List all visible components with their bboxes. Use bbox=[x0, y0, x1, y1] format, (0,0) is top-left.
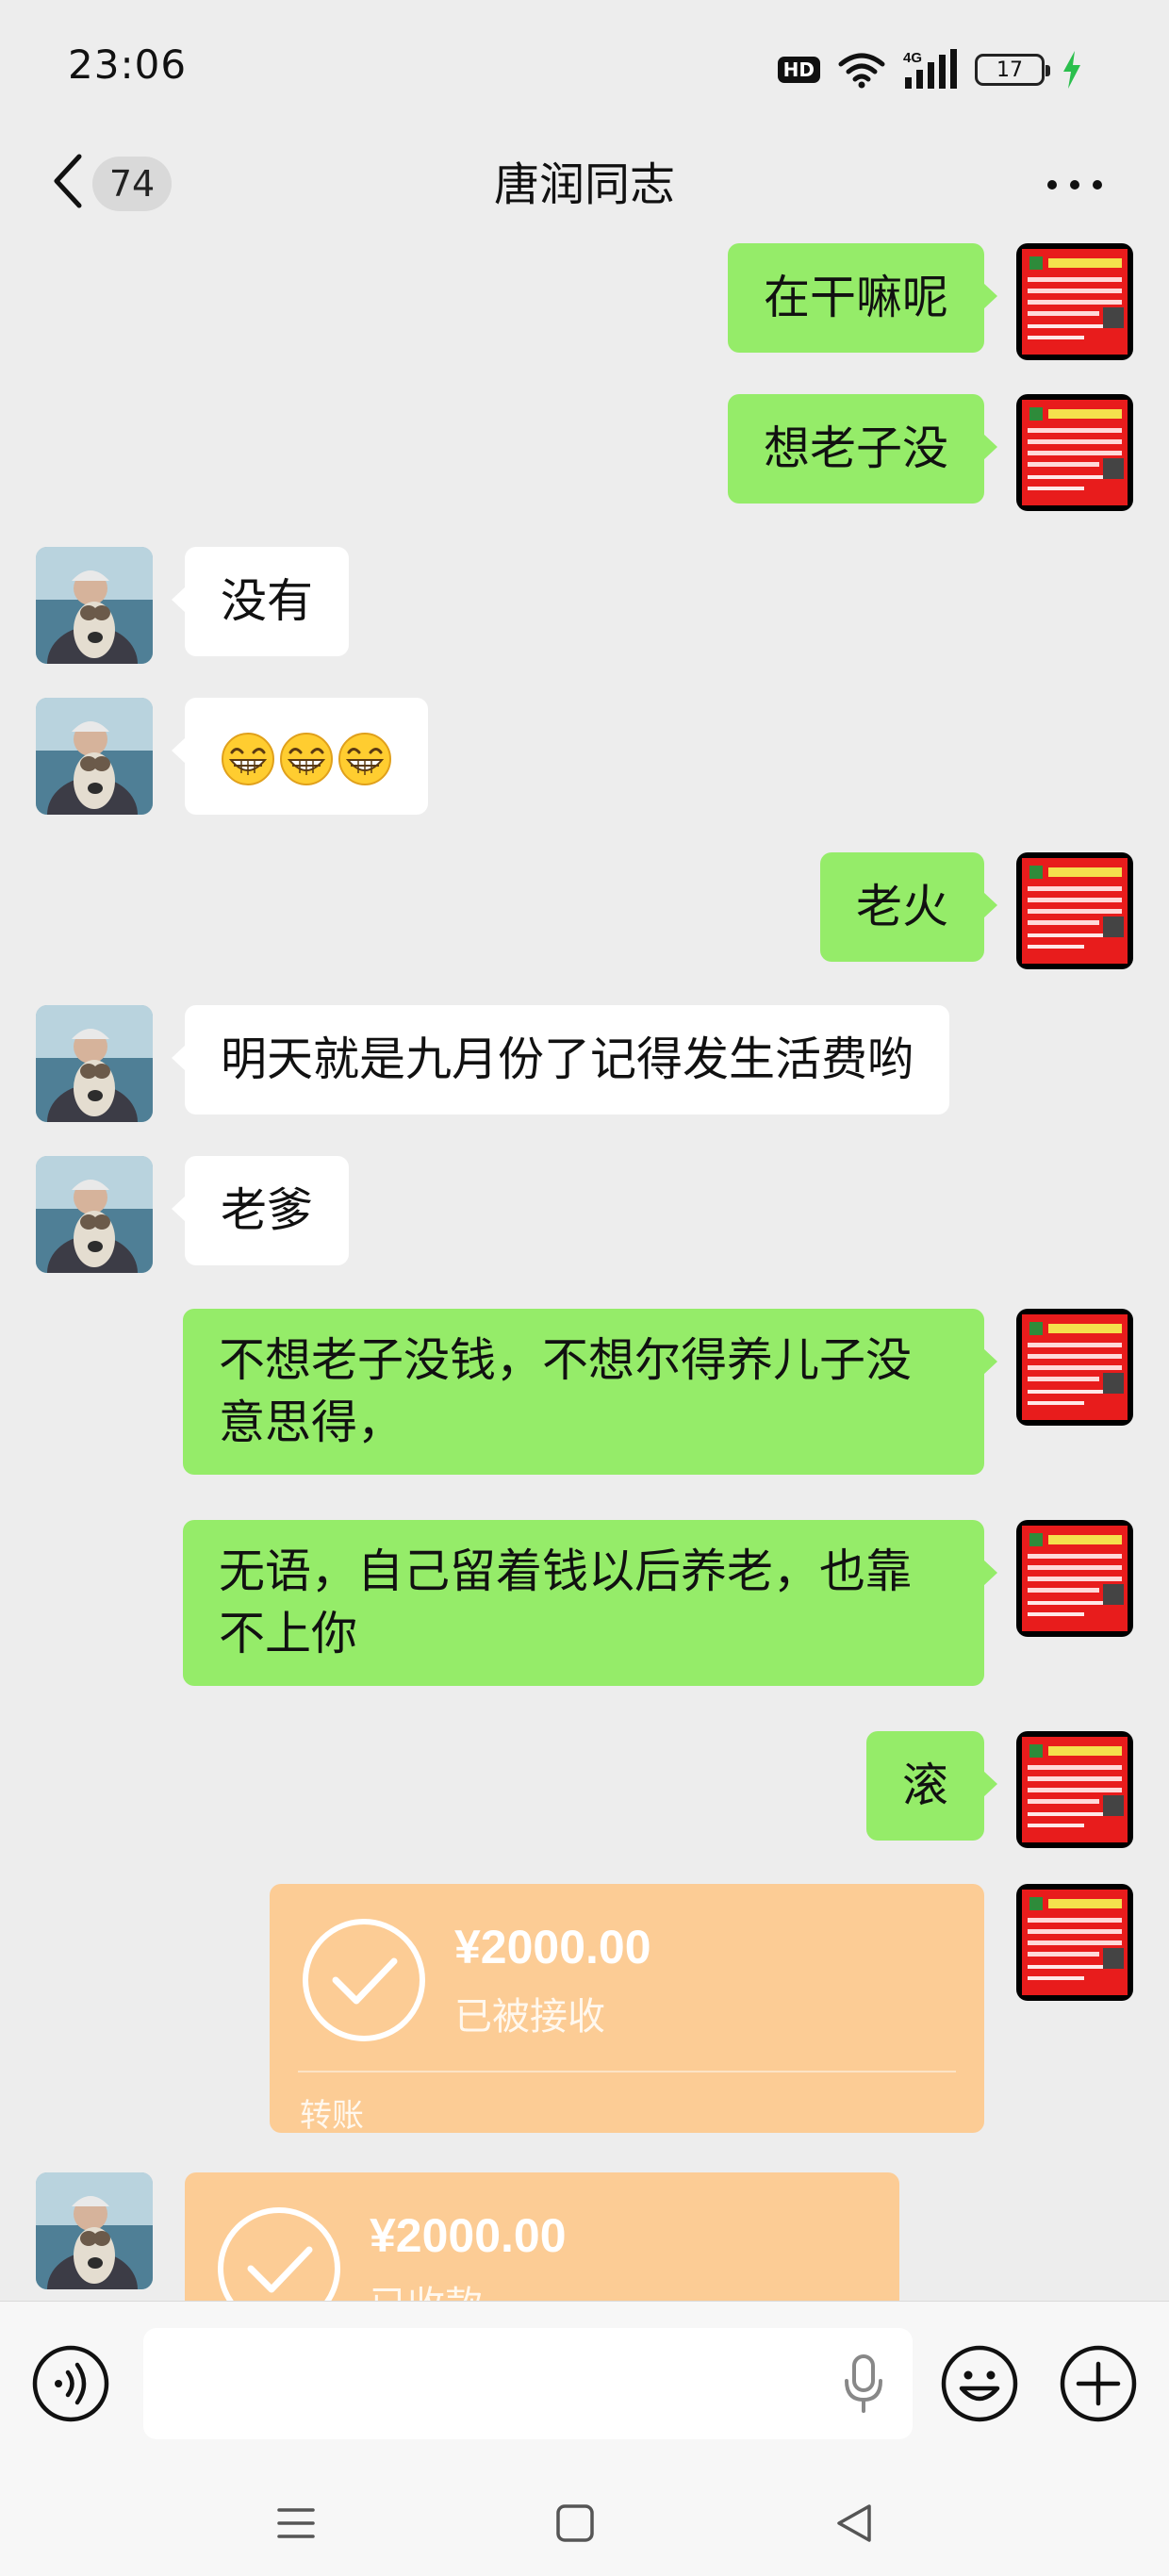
charging-icon bbox=[1063, 51, 1080, 89]
home-icon[interactable] bbox=[547, 2495, 603, 2551]
contact-avatar[interactable] bbox=[36, 1156, 153, 1273]
check-circle-icon bbox=[303, 1919, 425, 2041]
chat-header: 74 唐润同志 bbox=[0, 132, 1169, 236]
more-button[interactable] bbox=[1037, 153, 1112, 209]
message-input[interactable] bbox=[143, 2328, 913, 2439]
system-nav-bar bbox=[0, 2461, 1169, 2576]
menu-icon[interactable] bbox=[268, 2495, 324, 2551]
my-avatar[interactable] bbox=[1016, 1309, 1133, 1426]
received-message[interactable]: 没有 bbox=[171, 547, 350, 656]
grin-emoji bbox=[279, 732, 334, 785]
message-text: 没有 bbox=[221, 574, 314, 628]
message-text: 老火 bbox=[855, 880, 948, 933]
chat-title: 唐润同志 bbox=[493, 158, 675, 211]
battery-level: 17 bbox=[996, 58, 1023, 82]
wifi-icon bbox=[838, 53, 885, 89]
message-text: 滚 bbox=[901, 1759, 948, 1812]
grin-emoji bbox=[338, 732, 392, 785]
network-label: 4G bbox=[903, 50, 922, 66]
sent-message[interactable]: 在干嘛呢 bbox=[727, 243, 998, 353]
status-bar: 23:06 HD 4G 17 bbox=[0, 0, 1169, 132]
message-text: 不想老子没钱，不想尔得养儿子没意思得， bbox=[219, 1333, 913, 1449]
plus-icon[interactable] bbox=[1058, 2343, 1139, 2424]
microphone-icon[interactable] bbox=[843, 2353, 884, 2415]
received-emoji-message[interactable] bbox=[172, 698, 428, 815]
message-list[interactable]: 在干嘛呢 想老子没 没有 老火 明天就是九月份了记得发生活费哟 老爹 不想老子没… bbox=[0, 236, 1169, 2301]
message-text: 想老子没 bbox=[763, 421, 948, 475]
input-bar bbox=[0, 2301, 1169, 2461]
transfer-amount: ¥2000.00 bbox=[454, 1921, 651, 1973]
message-text: 明天就是九月份了记得发生活费哟 bbox=[221, 1032, 914, 1086]
contact-avatar[interactable] bbox=[36, 698, 153, 815]
message-text: 无语，自己留着钱以后养老，也靠不上你 bbox=[219, 1544, 913, 1660]
contact-avatar[interactable] bbox=[36, 2172, 153, 2289]
check-circle-icon bbox=[218, 2207, 340, 2301]
my-avatar[interactable] bbox=[1016, 1731, 1133, 1848]
hd-icon: HD bbox=[777, 57, 820, 83]
my-avatar[interactable] bbox=[1016, 852, 1133, 969]
message-text: 老爹 bbox=[221, 1183, 314, 1237]
battery-icon: 17 bbox=[975, 54, 1050, 86]
my-avatar[interactable] bbox=[1016, 243, 1133, 360]
transfer-status: 已被接收 bbox=[454, 1995, 605, 2039]
sent-message[interactable]: 不想老子没钱，不想尔得养儿子没意思得， bbox=[183, 1309, 997, 1475]
sent-message[interactable]: 想老子没 bbox=[727, 394, 998, 504]
my-avatar[interactable] bbox=[1016, 1520, 1133, 1637]
sent-message[interactable]: 滚 bbox=[865, 1731, 998, 1841]
transfer-card-received[interactable]: ¥2000.00 已收款 转账 bbox=[185, 2172, 899, 2301]
contact-avatar[interactable] bbox=[36, 547, 153, 664]
emoji-icon[interactable] bbox=[939, 2343, 1020, 2424]
more-dots-icon bbox=[1047, 180, 1102, 190]
sent-message[interactable]: 老火 bbox=[819, 852, 998, 962]
message-text: 在干嘛呢 bbox=[763, 271, 948, 324]
status-time: 23:06 bbox=[68, 41, 188, 88]
sent-message[interactable]: 无语，自己留着钱以后养老，也靠不上你 bbox=[183, 1520, 997, 1686]
grin-emoji bbox=[221, 732, 275, 785]
received-message[interactable]: 老爹 bbox=[171, 1156, 350, 1265]
transfer-label: 转账 bbox=[300, 2097, 364, 2133]
voice-toggle-icon[interactable] bbox=[30, 2343, 111, 2424]
status-icons: HD 4G 17 bbox=[777, 47, 1082, 92]
back-icon[interactable] bbox=[826, 2495, 882, 2551]
received-message[interactable]: 明天就是九月份了记得发生活费哟 bbox=[171, 1005, 950, 1115]
signal-icon: 4G bbox=[903, 49, 957, 89]
transfer-card-sent[interactable]: ¥2000.00 已被接收 转账 bbox=[270, 1884, 984, 2133]
contact-avatar[interactable] bbox=[36, 1005, 153, 1122]
transfer-status: 已收款 bbox=[370, 2274, 483, 2301]
transfer-amount: ¥2000.00 bbox=[370, 2209, 567, 2262]
my-avatar[interactable] bbox=[1016, 1884, 1133, 2001]
my-avatar[interactable] bbox=[1016, 394, 1133, 511]
transfer-divider bbox=[298, 2071, 956, 2072]
